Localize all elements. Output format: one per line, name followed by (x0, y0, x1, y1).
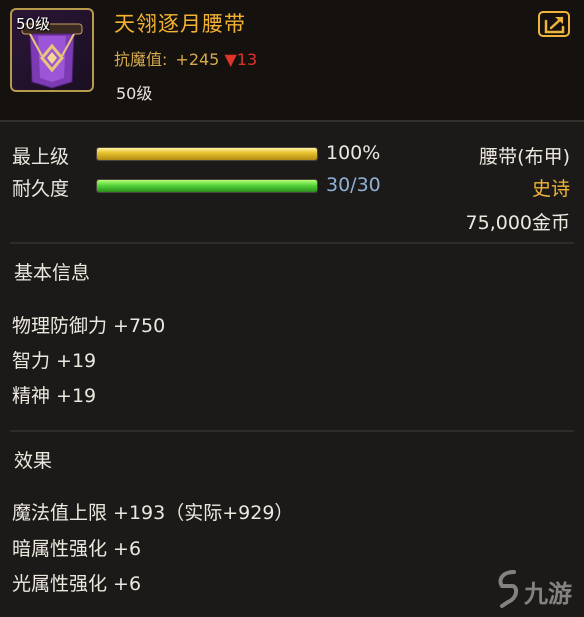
icon-level-label: 50级 (16, 15, 51, 33)
enhance-bar-fill (97, 148, 317, 160)
enhance-label: 最上级 (12, 146, 70, 168)
item-rarity: 史诗 (531, 178, 570, 200)
magic-resistance: 抗魔值: +245 ▼13 (114, 46, 257, 70)
stat-line: 物理防御力 +750 (12, 315, 166, 337)
item-name: 天翎逐月腰带 (114, 12, 246, 36)
item-tooltip-panel: 50级 天翎逐月腰带 抗魔值: +245 ▼13 50级 最上级 100% 耐久度… (0, 0, 584, 617)
watermark-text: 九游 (524, 580, 572, 608)
stat-line: 魔法值上限 +193（实际+929） (12, 502, 294, 524)
share-icon (544, 16, 565, 34)
stat-line: 光属性强化 +6 (12, 573, 142, 595)
magic-res-diff: ▼13 (224, 50, 258, 69)
enhance-bar (96, 147, 318, 161)
durability-label: 耐久度 (12, 178, 70, 200)
effects-title: 效果 (14, 450, 53, 472)
durability-bar-fill (97, 180, 317, 192)
stat-line: 智力 +19 (12, 350, 97, 372)
durability-bar (96, 179, 318, 193)
magic-res-label: 抗魔值: (114, 50, 168, 69)
durability-value: 30/30 (326, 174, 381, 196)
share-button[interactable] (538, 11, 570, 37)
stat-line: 精神 +19 (12, 385, 97, 407)
enhance-value: 100% (326, 142, 381, 164)
belt-item-icon: 50级 (10, 8, 94, 92)
section-divider (10, 242, 574, 244)
item-price: 75,000金币 (465, 212, 570, 234)
section-divider (10, 430, 574, 432)
watermark-icon (498, 570, 519, 608)
basic-info-title: 基本信息 (14, 262, 91, 284)
magic-res-value: +245 (175, 50, 220, 69)
item-type: 腰带(布甲) (479, 146, 570, 168)
header-divider (0, 120, 584, 122)
required-level: 50级 (116, 84, 153, 103)
watermark-logo: 九游 (494, 568, 580, 612)
stat-line: 暗属性强化 +6 (12, 538, 142, 560)
